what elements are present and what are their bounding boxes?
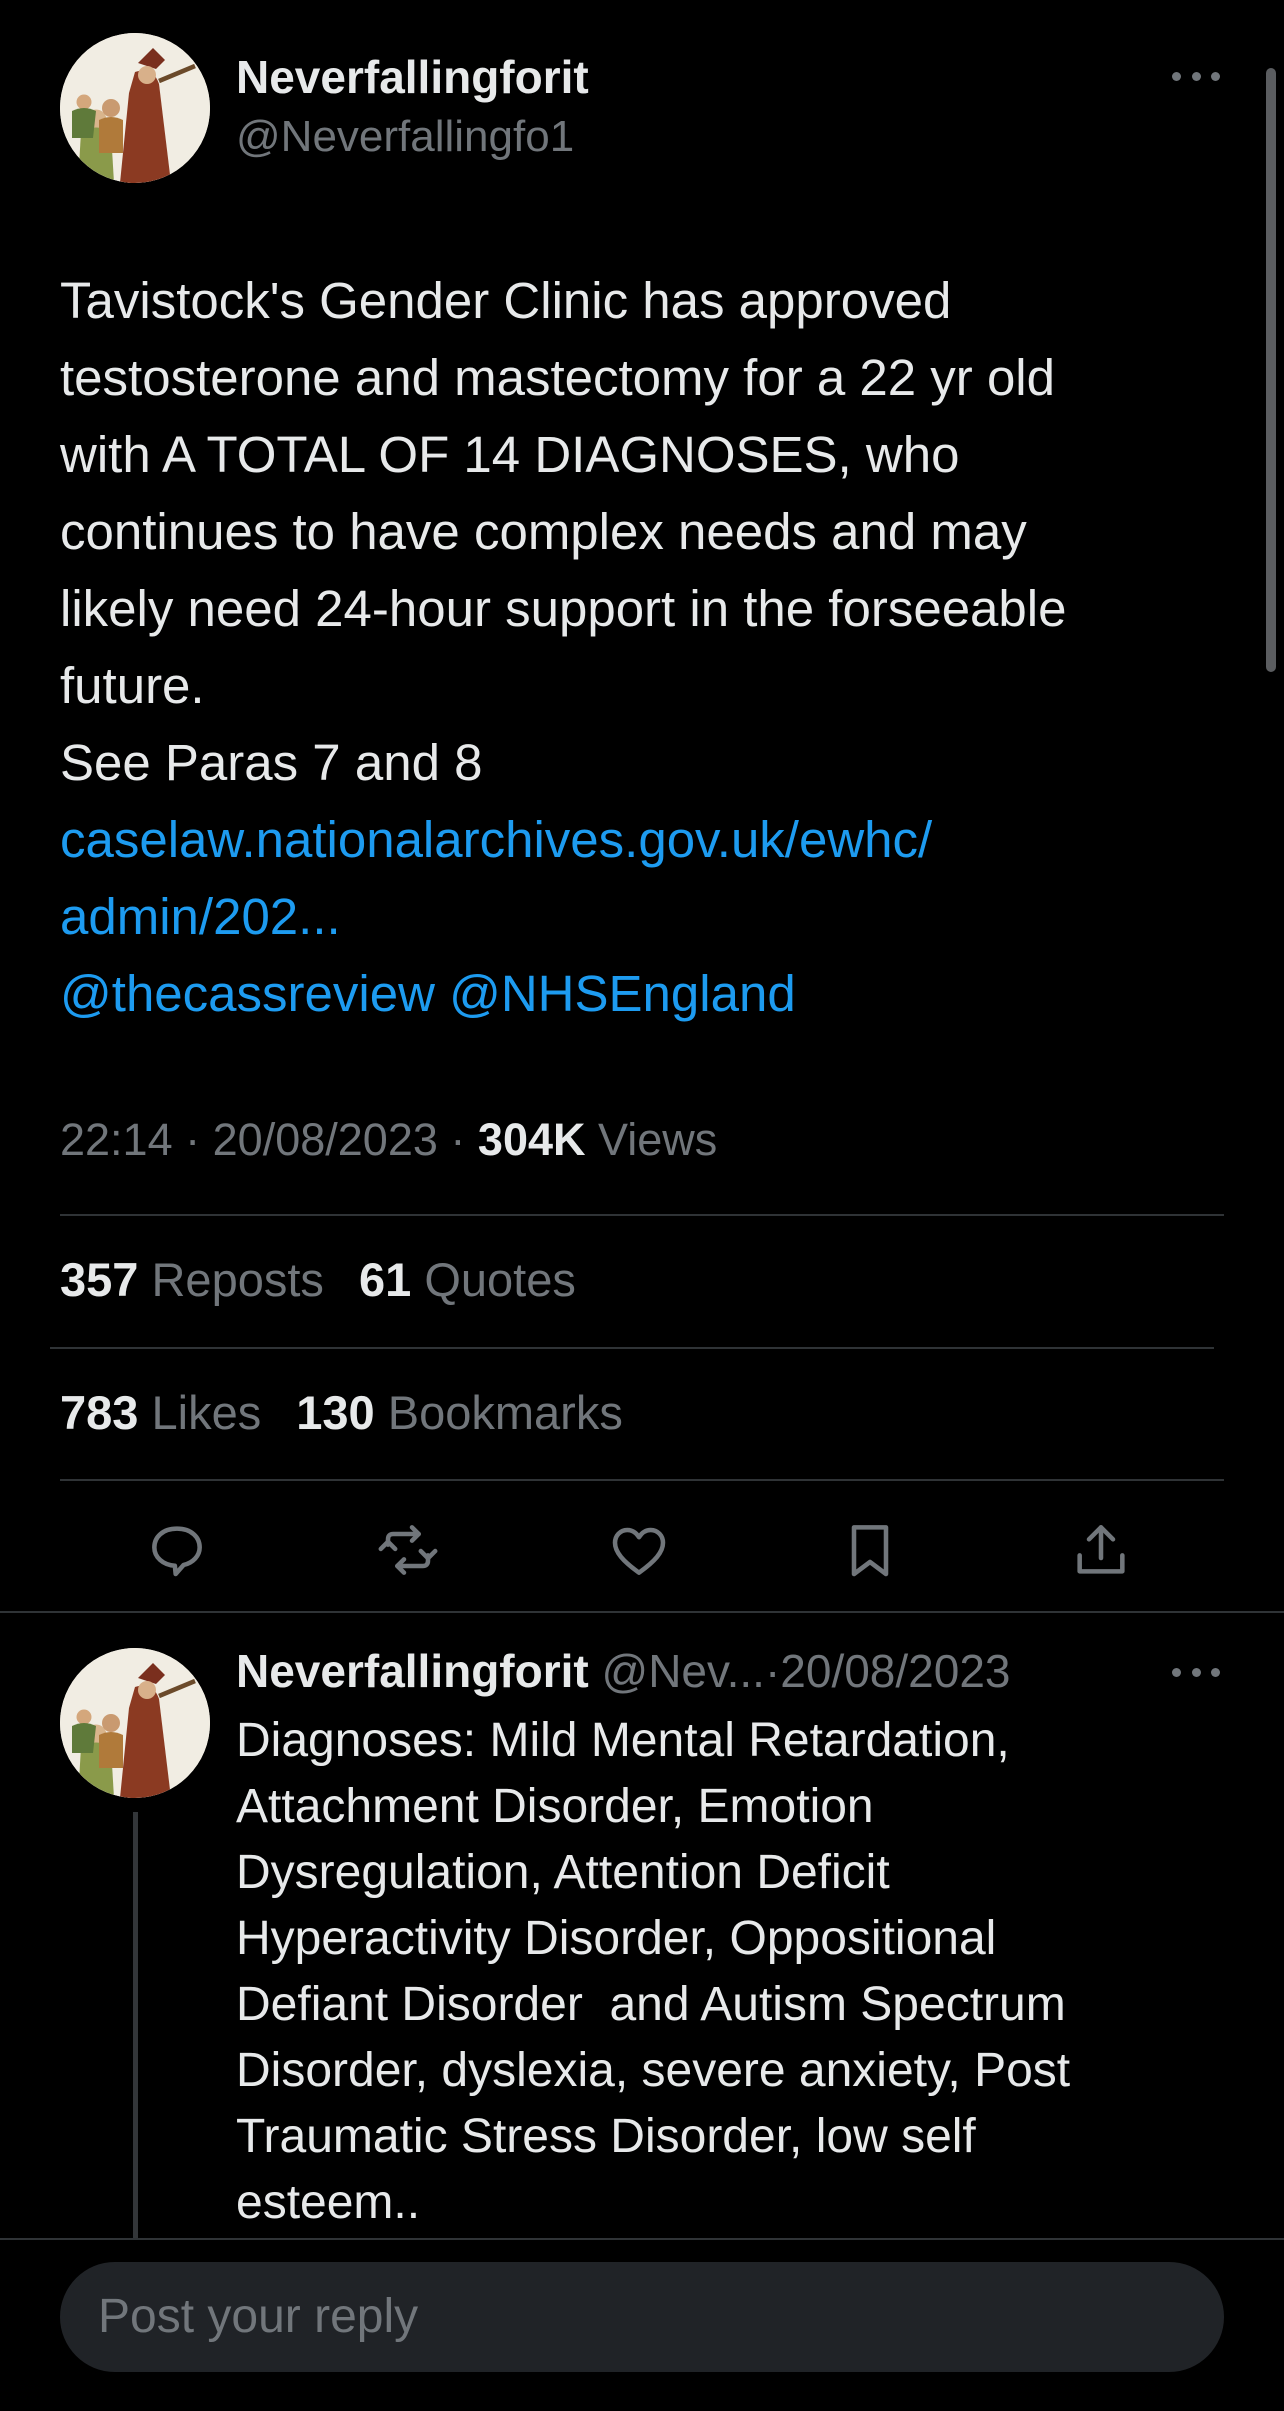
tweet-text-line: See Paras 7 and 8: [60, 734, 483, 791]
avatar-image: [60, 33, 210, 183]
bookmarks-stat[interactable]: 130 Bookmarks: [296, 1386, 623, 1439]
tweet-text: Tavistock's Gender Clinic has approved t…: [60, 262, 1240, 1032]
mention-nhsengland[interactable]: @NHSEngland: [449, 965, 796, 1022]
likes-stat[interactable]: 783 Likes: [60, 1386, 261, 1439]
reply-input[interactable]: Post your reply: [60, 2262, 1224, 2372]
likes-count: 783: [60, 1386, 139, 1439]
author-avatar[interactable]: [60, 33, 210, 183]
tweet-text-line: likely need 24-hour support in the forse…: [60, 580, 1067, 637]
reply-date[interactable]: 20/08/2023: [780, 1645, 1010, 1697]
reply-author-avatar[interactable]: [60, 1648, 210, 1798]
author-handle[interactable]: @Neverfallingfo1: [236, 112, 574, 162]
tweet-text-line: future.: [60, 657, 205, 714]
like-icon[interactable]: [607, 1518, 671, 1582]
reply-handle[interactable]: @Nev...: [602, 1645, 765, 1697]
likes-bookmarks-row: 783 Likes 130 Bookmarks: [60, 1385, 645, 1440]
quotes-stat[interactable]: 61 Quotes: [359, 1253, 576, 1306]
meta-separator: ·: [450, 1114, 466, 1165]
reposts-stat[interactable]: 357 Reposts: [60, 1253, 324, 1306]
reposts-label: Reposts: [151, 1253, 324, 1306]
divider: [50, 1347, 1214, 1349]
author-display-name[interactable]: Neverfallingforit: [236, 50, 589, 104]
share-icon[interactable]: [1069, 1518, 1133, 1582]
reply-icon[interactable]: [145, 1518, 209, 1582]
action-bar: [0, 1508, 1284, 1592]
views-count: 304K: [477, 1114, 586, 1165]
bookmarks-count: 130: [296, 1386, 375, 1439]
quotes-count: 61: [358, 1253, 412, 1306]
reply-text-line: Traumatic Stress Disorder, low self: [236, 2110, 976, 2163]
reposts-quotes-row: 357 Reposts 61 Quotes: [60, 1252, 598, 1307]
meta-separator: ·: [185, 1114, 201, 1165]
tweet-text-line: testosterone and mastectomy for a 22 yr …: [60, 349, 1055, 406]
quotes-label: Quotes: [424, 1253, 576, 1306]
reply-text-line: Diagnoses: Mild Mental Retardation,: [236, 1714, 1010, 1767]
mention-thecassreview[interactable]: @thecassreview: [60, 965, 435, 1022]
caselaw-link[interactable]: caselaw.nationalarchives.gov.uk/ewhc/: [60, 801, 1240, 878]
divider: [0, 1611, 1284, 1613]
views-label: Views: [598, 1114, 718, 1165]
divider: [60, 1479, 1224, 1481]
bookmark-icon[interactable]: [838, 1518, 902, 1582]
reposts-count: 357: [60, 1253, 139, 1306]
tweet-time[interactable]: 22:14: [60, 1114, 173, 1165]
reply-text-line: Hyperactivity Disorder, Oppositional: [236, 1912, 997, 1965]
reply-composer: Post your reply: [0, 2238, 1284, 2411]
more-horizontal-icon[interactable]: [1172, 66, 1220, 86]
reply-text: Diagnoses: Mild Mental Retardation, Atta…: [236, 1708, 1236, 2236]
reply-header: Neverfallingforit @Nev...·20/08/2023: [236, 1644, 1011, 1698]
reply-display-name[interactable]: Neverfallingforit: [236, 1645, 589, 1697]
tweet-text-line: continues to have complex needs and may: [60, 503, 1027, 560]
reply-text-line: Attachment Disorder, Emotion: [236, 1780, 874, 1833]
avatar-image: [60, 1648, 210, 1798]
tweet-date[interactable]: 20/08/2023: [213, 1114, 438, 1165]
thread-line: [133, 1812, 138, 2238]
divider: [60, 1214, 1224, 1216]
likes-label: Likes: [151, 1386, 262, 1439]
tweet-text-line: with A TOTAL OF 14 DIAGNOSES, who: [60, 426, 960, 483]
reply-text-line: Dysregulation, Attention Deficit: [236, 1846, 890, 1899]
reply-separator: ·: [764, 1645, 781, 1697]
scrollbar[interactable]: [1266, 68, 1276, 672]
reply-text-line: Defiant Disorder and Autism Spectrum: [236, 1978, 1066, 2031]
repost-icon[interactable]: [376, 1518, 440, 1582]
reply-text-line: Disorder, dyslexia, severe anxiety, Post: [236, 2044, 1071, 2097]
reply-text-line: esteem..: [236, 2176, 421, 2229]
tweet-meta: 22:14 · 20/08/2023 · 304K Views: [60, 1114, 717, 1166]
tweet-text-line: Tavistock's Gender Clinic has approved: [60, 272, 952, 329]
bookmarks-label: Bookmarks: [387, 1386, 623, 1439]
more-horizontal-icon[interactable]: [1172, 1662, 1220, 1682]
caselaw-link-continued[interactable]: admin/202...: [60, 878, 1240, 955]
